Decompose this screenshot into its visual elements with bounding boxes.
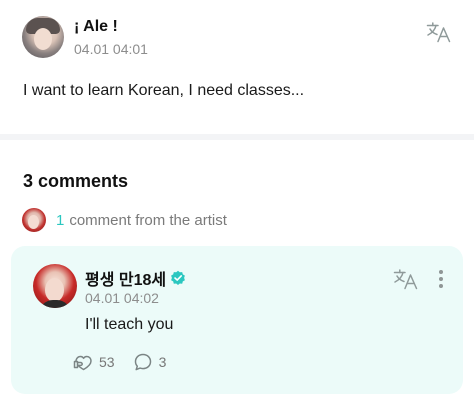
translate-icon[interactable] [393, 268, 419, 290]
artist-mini-avatar [22, 208, 46, 232]
verified-badge-icon [171, 270, 186, 285]
comment-author-row: 평생 만18세 [85, 266, 186, 290]
translate-icon[interactable] [426, 21, 452, 43]
artist-comment-filter[interactable]: 1 comment from the artist [22, 208, 227, 232]
comment-timestamp: 04.01 04:02 [85, 290, 159, 306]
post: ¡ Ale ! 04.01 04:01 I want to learn Kore… [0, 0, 474, 134]
comment-author-avatar[interactable] [33, 264, 77, 308]
comments-title: 3 comments [23, 171, 129, 191]
avatar-face [28, 215, 39, 229]
post-body: I want to learn Korean, I need classes..… [23, 82, 305, 99]
like-button[interactable]: 53 [73, 352, 115, 372]
more-dot [439, 277, 443, 281]
reply-count: 3 [158, 354, 167, 370]
artist-comment-text: comment from the artist [69, 211, 227, 229]
like-count: 53 [99, 354, 115, 370]
artist-comment-count: 1 [56, 211, 65, 229]
more-vertical-icon[interactable] [433, 268, 449, 290]
artist-comment-card: 평생 만18세 04.01 04:02 I'll teach you 53 3 [11, 246, 463, 394]
more-dot [439, 284, 443, 288]
avatar-shirt [39, 300, 71, 308]
reply-bubble-icon [134, 353, 151, 371]
comment-author-name[interactable]: 평생 만18세 [85, 266, 166, 290]
comment-text: I'll teach you [85, 316, 174, 333]
section-divider [0, 134, 474, 140]
post-author-name[interactable]: ¡ Ale ! [74, 18, 118, 36]
comment-actions: 53 3 [73, 352, 184, 372]
artist-comment-label: 1 comment from the artist [56, 212, 227, 229]
avatar-face [45, 278, 64, 302]
more-dot [439, 270, 443, 274]
post-timestamp: 04.01 04:01 [74, 41, 148, 57]
like-icon [73, 355, 92, 371]
avatar-face [34, 28, 52, 50]
post-author-avatar[interactable] [22, 16, 64, 58]
reply-button[interactable]: 3 [133, 352, 167, 372]
